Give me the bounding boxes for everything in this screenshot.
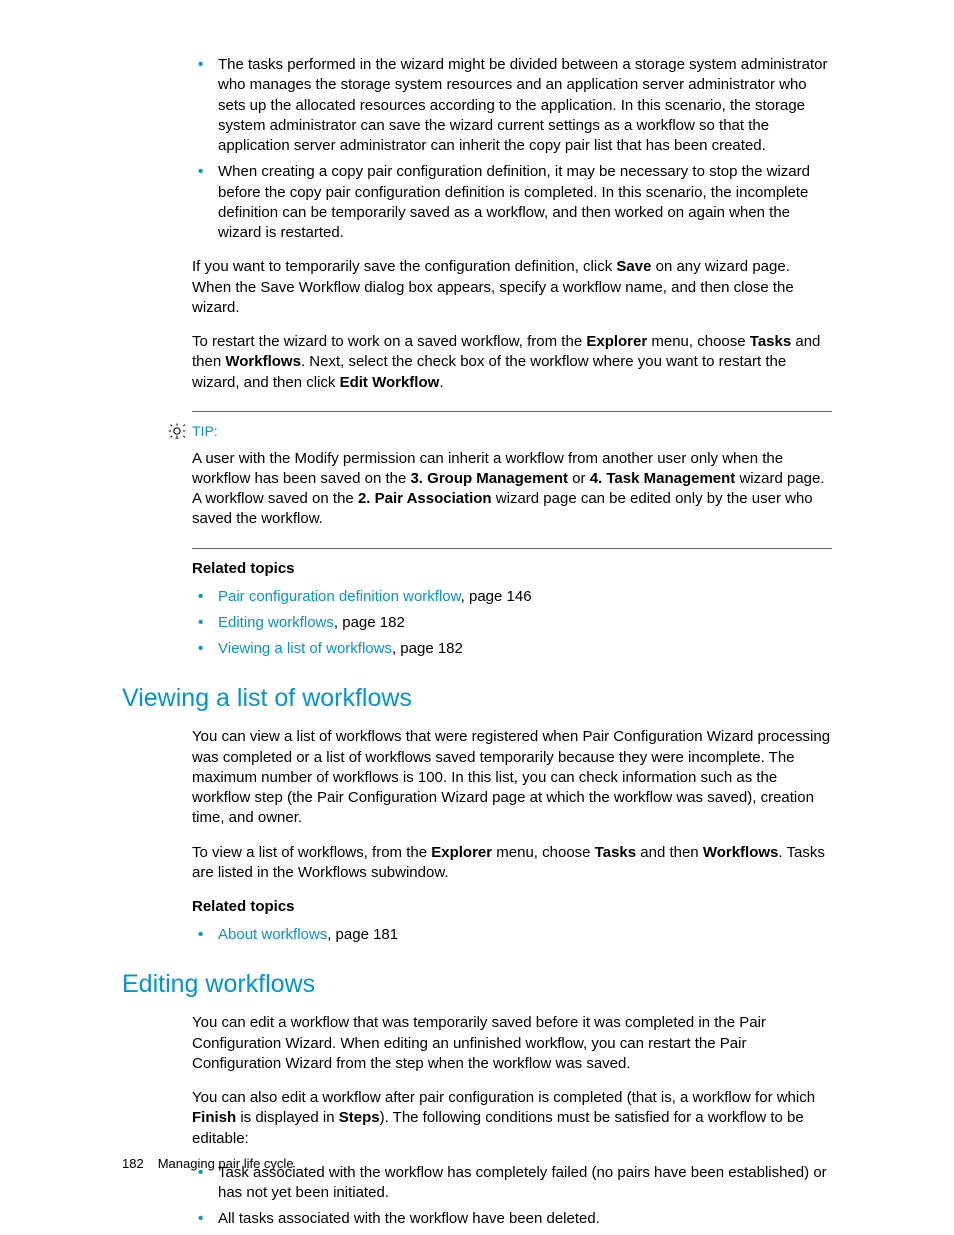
link-viewing-workflows[interactable]: Viewing a list of workflows <box>218 640 392 657</box>
list-item: Editing workflows, page 182 <box>192 613 832 633</box>
bold-tasks: Tasks <box>750 333 791 350</box>
text: If you want to temporarily save the conf… <box>192 258 616 275</box>
text: menu, choose <box>492 844 595 861</box>
intro-save-paragraph: If you want to temporarily save the conf… <box>192 257 832 318</box>
link-editing-workflows[interactable]: Editing workflows <box>218 614 334 631</box>
list-item: All tasks associated with the workflow h… <box>192 1209 832 1229</box>
tip-body: A user with the Modify permission can in… <box>192 449 832 530</box>
bold-finish: Finish <box>192 1109 236 1126</box>
intro-restart-paragraph: To restart the wizard to work on a saved… <box>192 332 832 393</box>
list-item: Viewing a list of workflows, page 182 <box>192 639 832 659</box>
bold-explorer: Explorer <box>431 844 492 861</box>
related-topics-list: Pair configuration definition workflow, … <box>192 587 832 660</box>
text: , page 146 <box>461 588 532 605</box>
related-topics-list: About workflows, page 181 <box>192 925 832 945</box>
text: menu, choose <box>647 333 750 350</box>
list-item: The tasks performed in the wizard might … <box>192 55 832 156</box>
list-item: About workflows, page 181 <box>192 925 832 945</box>
link-pair-config-workflow[interactable]: Pair configuration definition workflow <box>218 588 461 605</box>
text: , page 182 <box>392 640 463 657</box>
view-p2: To view a list of workflows, from the Ex… <box>192 843 832 884</box>
bold-workflows: Workflows <box>703 844 779 861</box>
text: or <box>568 470 590 487</box>
link-about-workflows[interactable]: About workflows <box>218 926 327 943</box>
edit-p1: You can edit a workflow that was tempora… <box>192 1013 832 1074</box>
tip-icon <box>168 422 186 440</box>
list-item: When creating a copy pair configuration … <box>192 162 832 243</box>
divider <box>192 548 832 549</box>
bold-explorer: Explorer <box>586 333 647 350</box>
bold-step4: 4. Task Management <box>590 470 736 487</box>
tip-header: TIP: <box>168 422 832 441</box>
related-topics-heading: Related topics <box>192 897 832 917</box>
intro-bullets: The tasks performed in the wizard might … <box>192 55 832 243</box>
text: . <box>439 374 443 391</box>
text: You can also edit a workflow after pair … <box>192 1089 815 1106</box>
text: is displayed in <box>236 1109 339 1126</box>
heading-editing-workflows: Editing workflows <box>122 968 832 1002</box>
text: To restart the wizard to work on a saved… <box>192 333 586 350</box>
bold-workflows: Workflows <box>225 353 301 370</box>
text: To view a list of workflows, from the <box>192 844 431 861</box>
bold-tasks: Tasks <box>595 844 636 861</box>
chapter-title: Managing pair life cycle <box>158 1156 294 1171</box>
bold-steps: Steps <box>339 1109 380 1126</box>
page-number: 182 <box>122 1156 144 1171</box>
text: , page 181 <box>327 926 398 943</box>
list-item: Pair configuration definition workflow, … <box>192 587 832 607</box>
heading-viewing-workflows: Viewing a list of workflows <box>122 682 832 716</box>
edit-p2: You can also edit a workflow after pair … <box>192 1088 832 1149</box>
divider <box>192 411 832 412</box>
tip-label: TIP: <box>192 422 218 441</box>
related-topics-heading: Related topics <box>192 559 832 579</box>
page-footer: 182 Managing pair life cycle <box>122 1155 294 1173</box>
view-p1: You can view a list of workflows that we… <box>192 727 832 828</box>
bold-edit-workflow: Edit Workflow <box>340 374 440 391</box>
bold-step3: 3. Group Management <box>410 470 568 487</box>
text: and then <box>636 844 703 861</box>
bold-save: Save <box>616 258 651 275</box>
text: , page 182 <box>334 614 405 631</box>
bold-step2: 2. Pair Association <box>358 490 492 507</box>
